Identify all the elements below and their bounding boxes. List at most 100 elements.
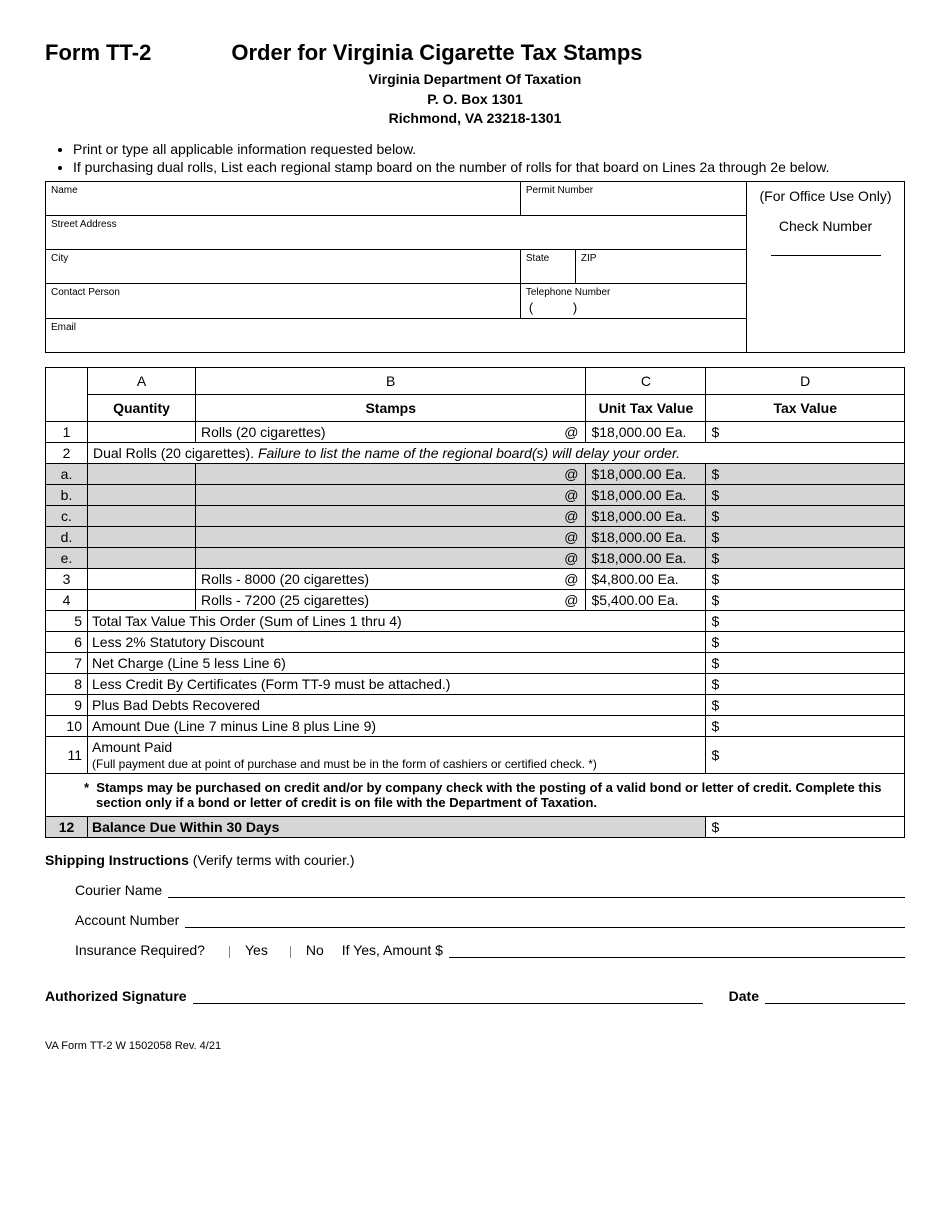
qty-field[interactable] [88, 568, 196, 589]
col-tax: Tax Value [706, 394, 905, 421]
stamps-desc: Rolls - 8000 (20 cigarettes) [201, 571, 369, 587]
row-label: Amount Due (Line 7 minus Line 8 plus Lin… [88, 715, 706, 736]
col-c: C [586, 367, 706, 394]
row-label: Less Credit By Certificates (Form TT-9 m… [88, 673, 706, 694]
tax-value[interactable]: $ [706, 463, 875, 484]
insurance-label: Insurance Required? [75, 942, 205, 958]
tax-value[interactable]: $ [706, 694, 875, 715]
at-icon: @ [564, 508, 578, 524]
row-num: 6 [46, 631, 88, 652]
tax-value[interactable]: $ [706, 421, 875, 442]
row-label: Total Tax Value This Order (Sum of Lines… [88, 610, 706, 631]
row-num: 12 [46, 816, 88, 837]
at-icon: @ [564, 487, 578, 503]
ifyes-label: If Yes, Amount $ [342, 942, 443, 958]
account-label: Account Number [75, 912, 179, 928]
page-title: Order for Virginia Cigarette Tax Stamps [231, 40, 642, 66]
tax-value[interactable]: $ [706, 610, 875, 631]
row-num: 9 [46, 694, 88, 715]
row-num: 11 [46, 736, 88, 773]
unit-value: $5,400.00 Ea. [586, 589, 706, 610]
dept-name: Virginia Department Of Taxation [369, 71, 582, 87]
unit-value: $18,000.00 Ea. [586, 421, 706, 442]
yes-checkbox[interactable] [229, 946, 241, 958]
row-label: Amount Paid (Full payment due at point o… [88, 736, 706, 773]
footer-rev: VA Form TT-2 W 1502058 Rev. 4/21 [45, 1040, 905, 1052]
courier-label: Courier Name [75, 882, 162, 898]
applicant-info-table: Name Permit Number (For Office Use Only)… [45, 181, 905, 353]
at-icon: @ [564, 529, 578, 545]
tax-value[interactable]: $ [706, 631, 875, 652]
tax-value[interactable]: $ [706, 736, 875, 773]
unit-value: $4,800.00 Ea. [586, 568, 706, 589]
col-unit: Unit Tax Value [586, 394, 706, 421]
col-b: B [196, 367, 586, 394]
permit-label: Permit Number [526, 185, 741, 196]
unit-value: $18,000.00 Ea. [586, 526, 706, 547]
row-num: e. [46, 547, 88, 568]
tax-value[interactable]: $ [706, 673, 875, 694]
no-label: No [306, 942, 324, 958]
tax-value[interactable]: $ [706, 715, 875, 736]
signature-field[interactable] [193, 990, 703, 1004]
tax-value[interactable]: $ [706, 568, 875, 589]
name-label: Name [51, 185, 515, 196]
tax-value[interactable]: $ [706, 526, 875, 547]
tax-value[interactable]: $ [706, 589, 875, 610]
check-number-label: Check Number [752, 218, 899, 234]
courier-field[interactable] [168, 884, 905, 898]
unit-value: $18,000.00 Ea. [586, 484, 706, 505]
qty-field[interactable] [88, 505, 196, 526]
tax-value[interactable]: $ [706, 652, 875, 673]
row-num: b. [46, 484, 88, 505]
amount-paid-sub: (Full payment due at point of purchase a… [92, 757, 597, 771]
qty-field[interactable] [88, 484, 196, 505]
shipping-header: Shipping Instructions (Verify terms with… [45, 852, 905, 868]
stamps-desc: Rolls (20 cigarettes) [201, 424, 326, 440]
at-icon: @ [564, 592, 578, 608]
instructions-list: Print or type all applicable information… [45, 141, 905, 175]
col-stamps: Stamps [196, 394, 586, 421]
tax-value[interactable]: $ [706, 505, 875, 526]
no-checkbox[interactable] [290, 946, 302, 958]
unit-value: $18,000.00 Ea. [586, 463, 706, 484]
account-field[interactable] [185, 914, 905, 928]
stamps-desc: Rolls - 7200 (25 cigarettes) [201, 592, 369, 608]
row-num: c. [46, 505, 88, 526]
tax-value[interactable]: $ [706, 816, 875, 837]
form-number: Form TT-2 [45, 40, 151, 66]
qty-field[interactable] [88, 589, 196, 610]
yes-label: Yes [245, 942, 268, 958]
ins-amount-field[interactable] [449, 944, 905, 958]
row-num: 3 [46, 568, 88, 589]
credit-note: * Stamps may be purchased on credit and/… [84, 780, 882, 810]
check-number-field[interactable] [771, 242, 881, 256]
qty-field[interactable] [88, 463, 196, 484]
row-num: 8 [46, 673, 88, 694]
unit-value: $18,000.00 Ea. [586, 505, 706, 526]
at-icon: @ [564, 466, 578, 482]
tax-value[interactable]: $ [706, 484, 875, 505]
tax-value[interactable]: $ [706, 547, 875, 568]
col-qty: Quantity [88, 394, 196, 421]
row-num: d. [46, 526, 88, 547]
col-d: D [706, 367, 905, 394]
row-label: Plus Bad Debts Recovered [88, 694, 706, 715]
row-label: Less 2% Statutory Discount [88, 631, 706, 652]
qty-field[interactable] [88, 421, 196, 442]
row-num: 4 [46, 589, 88, 610]
date-field[interactable] [765, 990, 905, 1004]
row-label: Balance Due Within 30 Days [88, 816, 706, 837]
instruction-item: Print or type all applicable information… [73, 141, 905, 157]
dual-rolls-note: Dual Rolls (20 cigarettes). Failure to l… [88, 442, 905, 463]
qty-field[interactable] [88, 526, 196, 547]
contact-label: Contact Person [51, 287, 515, 298]
row-num: 1 [46, 421, 88, 442]
office-use-label: (For Office Use Only) [752, 188, 899, 204]
zip-label: ZIP [581, 253, 741, 264]
qty-field[interactable] [88, 547, 196, 568]
row-num: 7 [46, 652, 88, 673]
date-label: Date [729, 988, 759, 1004]
city-state: Richmond, VA 23218-1301 [389, 110, 562, 126]
at-icon: @ [564, 424, 578, 440]
